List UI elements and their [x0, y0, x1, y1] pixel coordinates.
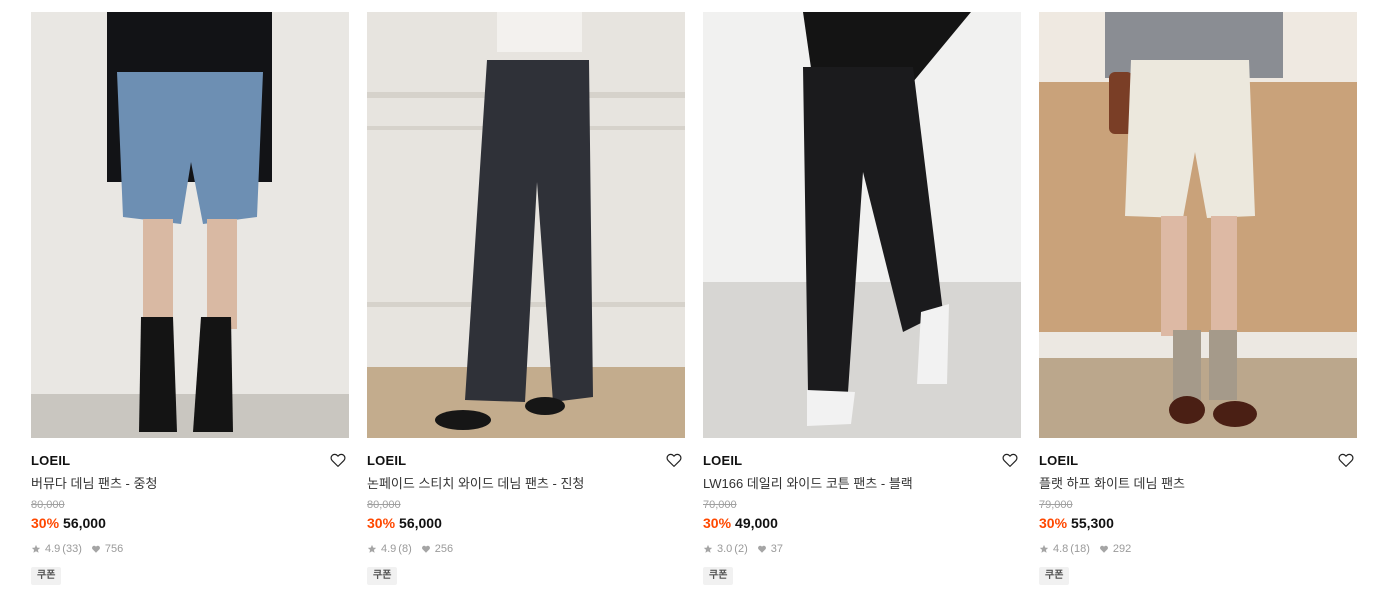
- rating-value: 4.9: [381, 543, 397, 555]
- coupon-badge[interactable]: 쿠폰: [367, 567, 398, 585]
- product-brand[interactable]: LOEIL: [367, 453, 685, 469]
- star-icon: [1039, 544, 1049, 554]
- price-row: 30% 49,000: [703, 515, 1021, 532]
- original-price: 70,000: [703, 499, 737, 511]
- heart-filled-icon: [91, 544, 101, 554]
- review-count: (8): [398, 543, 412, 555]
- discount-rate: 30%: [703, 515, 732, 531]
- likes: 37: [757, 542, 783, 556]
- heart-filled-icon: [1099, 544, 1109, 554]
- review-count: (33): [62, 543, 82, 555]
- product-stats: 4.8 (18) 292: [1039, 542, 1357, 556]
- rating-value: 4.9: [45, 543, 61, 555]
- product-image-cotton-pants[interactable]: [703, 12, 1021, 438]
- review-count: (2): [734, 543, 748, 555]
- product-stats: 4.9 (33) 756: [31, 542, 349, 556]
- product-brand[interactable]: LOEIL: [1039, 453, 1357, 469]
- product-info: LOEIL LW166 데일리 와이드 코튼 팬츠 - 블랙 70,000 30…: [703, 438, 1021, 585]
- product-name[interactable]: 플랫 하프 화이트 데님 팬츠: [1039, 476, 1357, 492]
- product-card[interactable]: LOEIL LW166 데일리 와이드 코튼 팬츠 - 블랙 70,000 30…: [703, 12, 1021, 585]
- price-row: 30% 56,000: [31, 515, 349, 532]
- product-grid: LOEIL 버뮤다 데님 팬츠 - 중청 80,000 30% 56,000 4.…: [31, 12, 1357, 585]
- product-name[interactable]: 버뮤다 데님 팬츠 - 중청: [31, 476, 349, 492]
- product-card[interactable]: LOEIL 플랫 하프 화이트 데님 팬츠 79,000 30% 55,300 4…: [1039, 12, 1357, 585]
- product-photo: [703, 12, 1021, 438]
- product-info: LOEIL 버뮤다 데님 팬츠 - 중청 80,000 30% 56,000 4.…: [31, 438, 349, 585]
- sale-price: 55,300: [1071, 515, 1114, 531]
- product-brand[interactable]: LOEIL: [703, 453, 1021, 469]
- product-brand[interactable]: LOEIL: [31, 453, 349, 469]
- product-info: LOEIL 플랫 하프 화이트 데님 팬츠 79,000 30% 55,300 4…: [1039, 438, 1357, 585]
- heart-filled-icon: [757, 544, 767, 554]
- likes-count: 756: [104, 543, 124, 555]
- original-price: 80,000: [31, 499, 65, 511]
- coupon-badge[interactable]: 쿠폰: [31, 567, 62, 585]
- product-photo: [31, 12, 349, 438]
- sale-price: 56,000: [63, 515, 106, 531]
- original-price: 79,000: [1039, 499, 1073, 511]
- product-card[interactable]: LOEIL 논페이드 스티치 와이드 데님 팬츠 - 진청 80,000 30%…: [367, 12, 685, 585]
- sale-price: 49,000: [735, 515, 778, 531]
- discount-rate: 30%: [367, 515, 396, 531]
- likes: 756: [91, 542, 123, 556]
- product-name[interactable]: 논페이드 스티치 와이드 데님 팬츠 - 진청: [367, 476, 685, 492]
- product-info: LOEIL 논페이드 스티치 와이드 데님 팬츠 - 진청 80,000 30%…: [367, 438, 685, 585]
- product-name[interactable]: LW166 데일리 와이드 코튼 팬츠 - 블랙: [703, 476, 1021, 492]
- rating-value: 3.0: [717, 543, 733, 555]
- original-price: 80,000: [367, 499, 401, 511]
- coupon-badge[interactable]: 쿠폰: [703, 567, 734, 585]
- wishlist-heart-icon[interactable]: [1337, 451, 1355, 469]
- product-image-wide-denim[interactable]: [367, 12, 685, 438]
- discount-rate: 30%: [1039, 515, 1068, 531]
- likes: 256: [421, 542, 453, 556]
- star-icon: [703, 544, 713, 554]
- product-stats: 3.0 (2) 37: [703, 542, 1021, 556]
- likes-count: 292: [1112, 543, 1132, 555]
- likes: 292: [1099, 542, 1131, 556]
- price-row: 30% 56,000: [367, 515, 685, 532]
- heart-filled-icon: [421, 544, 431, 554]
- star-icon: [367, 544, 377, 554]
- product-image-bermuda-denim[interactable]: [31, 12, 349, 438]
- coupon-badge[interactable]: 쿠폰: [1039, 567, 1070, 585]
- wishlist-heart-icon[interactable]: [1001, 451, 1019, 469]
- product-photo: [367, 12, 685, 438]
- wishlist-heart-icon[interactable]: [665, 451, 683, 469]
- product-card[interactable]: LOEIL 버뮤다 데님 팬츠 - 중청 80,000 30% 56,000 4.…: [31, 12, 349, 585]
- discount-rate: 30%: [31, 515, 60, 531]
- price-row: 30% 55,300: [1039, 515, 1357, 532]
- star-icon: [31, 544, 41, 554]
- product-photo: [1039, 12, 1357, 438]
- likes-count: 256: [434, 543, 454, 555]
- product-image-white-denim[interactable]: [1039, 12, 1357, 438]
- product-stats: 4.9 (8) 256: [367, 542, 685, 556]
- wishlist-heart-icon[interactable]: [329, 451, 347, 469]
- rating-value: 4.8: [1053, 543, 1069, 555]
- review-count: (18): [1070, 543, 1090, 555]
- sale-price: 56,000: [399, 515, 442, 531]
- likes-count: 37: [770, 543, 783, 555]
